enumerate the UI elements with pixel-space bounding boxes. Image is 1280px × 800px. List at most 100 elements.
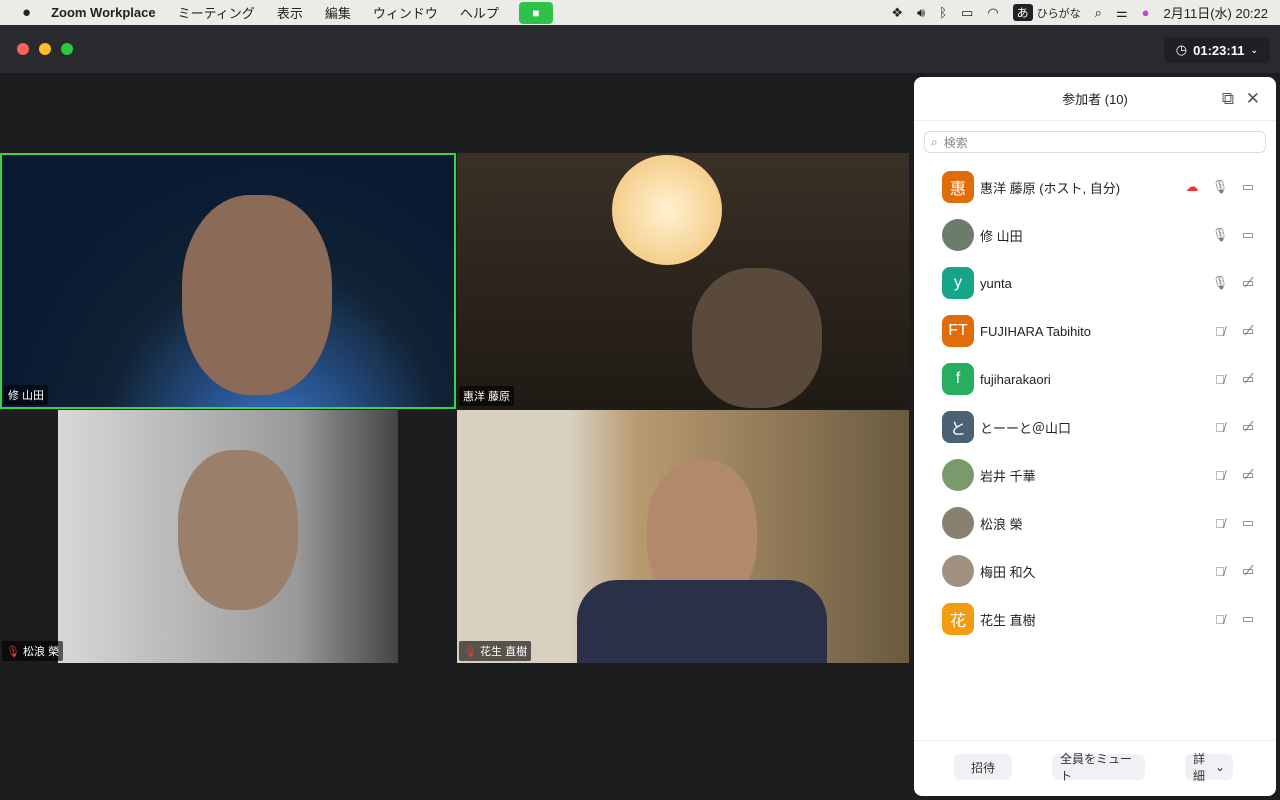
participant-row[interactable]: 松浪 榮 🎙̸ ▭ [942, 506, 1262, 540]
zoom-window-button[interactable] [61, 43, 73, 55]
avatar [942, 507, 974, 539]
participant-row[interactable]: 梅田 和久 🎙̸ ▭̸ [942, 554, 1262, 588]
video-off-icon[interactable]: ▭̸ [1234, 419, 1262, 435]
mic-muted-icon[interactable]: 🎙̸ [1206, 420, 1234, 435]
video-icon[interactable]: ▭ [1234, 611, 1262, 627]
search-icon: ⌕ [931, 134, 938, 149]
control-center-icon[interactable]: ⚌ [1116, 5, 1128, 21]
avatar: y [942, 267, 974, 299]
search-placeholder: 検索 [943, 135, 968, 150]
search-input[interactable]: ⌕ 検索 [924, 131, 1266, 153]
mic-muted-icon: 🎙︎ [463, 646, 477, 658]
participants-panel: 参加者 (10) ⧉ ✕ ⌕ 検索 惠惠洋 藤原 (ホスト, 自分) ☁︎ 🎙︎ ▭ 修 … [914, 77, 1276, 796]
avatar [942, 219, 974, 251]
avatar: 花 [942, 603, 974, 635]
mic-icon[interactable]: 🎙︎ [1206, 275, 1234, 291]
pop-out-icon[interactable]: ⧉ [1222, 89, 1234, 109]
bluetooth-icon[interactable]: ᛒ [939, 5, 947, 20]
video-tile[interactable]: 修 山田 [0, 153, 456, 409]
ime-mode[interactable]: ひらがな [1037, 5, 1081, 21]
video-tile[interactable]: 惠洋 藤原 [457, 153, 909, 408]
mic-muted-icon[interactable]: 🎙̸ [1206, 516, 1234, 531]
chevron-down-icon: ⌄ [1250, 44, 1258, 55]
participant-name: 岩井 千華 [980, 468, 1036, 484]
mic-muted-icon[interactable]: 🎙̸ [1206, 564, 1234, 579]
wifi-icon[interactable]: ◠ [987, 5, 998, 21]
participant-name: 花生 直樹 [980, 612, 1036, 628]
participant-name: とーーと＠山口 [980, 420, 1072, 436]
mic-muted-icon[interactable]: 🎙̸ [1206, 372, 1234, 387]
menu-meeting[interactable]: ミーティング [178, 3, 255, 22]
participant-name: 松浪 榮 [980, 516, 1023, 532]
title-bar: ◷ 01:23:11 ⌄ [0, 25, 1280, 73]
search-icon[interactable]: ⌕ [1095, 5, 1102, 21]
avatar: 惠 [942, 171, 974, 203]
participant-row[interactable]: 修 山田 🎙︎ ▭ [942, 218, 1262, 252]
clock[interactable]: 2月11日(水) 20:22 [1163, 3, 1268, 22]
tile-name: 修 山田 [4, 385, 49, 405]
participant-row[interactable]: 花花生 直樹 🎙̸ ▭ [942, 602, 1262, 636]
mic-muted-icon[interactable]: 🎙̸ [1206, 612, 1234, 627]
battery-icon[interactable]: ▭ [961, 5, 973, 21]
participant-row[interactable]: y yunta 🎙︎ ▭̸ [942, 266, 1262, 300]
mic-muted-icon[interactable]: 🎙̸ [1206, 468, 1234, 483]
participant-row[interactable]: f fujiharakaori 🎙̸ ▭̸ [942, 362, 1262, 396]
meeting-timer[interactable]: ◷ 01:23:11 ⌄ [1163, 37, 1270, 63]
video-off-icon[interactable]: ▭̸ [1234, 275, 1262, 291]
mute-all-button[interactable]: 全員をミュート [1052, 752, 1145, 783]
mic-icon[interactable]: 🎙︎ [1206, 227, 1234, 243]
participant-name: yunta [980, 275, 1012, 291]
avatar: と [942, 411, 974, 443]
avatar [942, 555, 974, 587]
close-icon[interactable]: ✕ [1246, 89, 1260, 109]
zoom-video-status-icon[interactable]: ■ [518, 1, 553, 24]
clock-icon: ◷ [1175, 42, 1188, 57]
menu-app-name[interactable]: Zoom Workplace [51, 5, 156, 20]
mic-icon[interactable]: 🎙︎ [1206, 179, 1234, 195]
participant-name: 惠洋 藤原 (ホスト, 自分) [980, 180, 1121, 196]
participant-name: 梅田 和久 [980, 564, 1036, 580]
siri-icon[interactable]: ● [1142, 5, 1150, 20]
participant-row[interactable]: FT FUJIHARA Tabihito 🎙̸ ▭̸ [942, 314, 1262, 348]
participant-name: FUJIHARA Tabihito [980, 323, 1092, 339]
volume-icon[interactable]: 🔊︎ [917, 5, 925, 21]
invite-button[interactable]: 招待 [954, 754, 1012, 780]
minimize-window-button[interactable] [39, 43, 51, 55]
mic-muted-icon[interactable]: 🎙̸ [1206, 324, 1234, 339]
participant-row[interactable]: 惠惠洋 藤原 (ホスト, 自分) ☁︎ 🎙︎ ▭ [942, 170, 1262, 204]
participant-name: 修 山田 [980, 228, 1023, 244]
menu-bar: ● Zoom Workplace ミーティング 表示 編集 ウィンドウ ヘルプ … [0, 0, 1280, 25]
menu-window[interactable]: ウィンドウ [373, 3, 438, 22]
tile-name: 惠洋 藤原 [459, 386, 515, 406]
video-icon[interactable]: ▭ [1234, 227, 1262, 243]
participant-row[interactable]: ととーーと＠山口 🎙̸ ▭̸ [942, 410, 1262, 444]
video-tile[interactable]: 🎙︎ 花生 直樹 [457, 410, 909, 663]
video-off-icon[interactable]: ▭̸ [1234, 563, 1262, 579]
video-off-icon[interactable]: ▭̸ [1234, 371, 1262, 387]
video-tile[interactable]: 🎙︎ 松浪 榮 [0, 410, 456, 663]
ime-icon[interactable]: あ [1012, 4, 1033, 21]
apple-icon[interactable]: ● [22, 4, 31, 21]
avatar: FT [942, 315, 974, 347]
panel-footer: 招待 全員をミュート 詳細 ⌄ [914, 740, 1276, 796]
video-icon[interactable]: ▭ [1234, 515, 1262, 531]
avatar: f [942, 363, 974, 395]
more-button[interactable]: 詳細 ⌄ [1185, 752, 1233, 783]
participant-row[interactable]: 岩井 千華 🎙̸ ▭̸ [942, 458, 1262, 492]
video-icon[interactable]: ▭ [1234, 179, 1262, 195]
close-window-button[interactable] [17, 43, 29, 55]
menu-help[interactable]: ヘルプ [460, 3, 499, 22]
menu-view[interactable]: 表示 [277, 3, 303, 22]
video-off-icon[interactable]: ▭̸ [1234, 467, 1262, 483]
participant-name: fujiharakaori [980, 371, 1051, 387]
video-off-icon[interactable]: ▭̸ [1234, 323, 1262, 339]
tile-name: 🎙︎ 花生 直樹 [459, 641, 532, 661]
mic-muted-icon: 🎙︎ [6, 646, 20, 658]
timer-value: 01:23:11 [1193, 42, 1245, 58]
avatar [942, 459, 974, 491]
tile-name: 🎙︎ 松浪 榮 [2, 641, 64, 661]
cloud-recording-icon: ☁︎ [1185, 179, 1199, 194]
menu-edit[interactable]: 編集 [325, 3, 351, 22]
dropbox-icon[interactable]: ❖ [891, 5, 903, 21]
panel-title: 参加者 (10) [1062, 92, 1128, 107]
